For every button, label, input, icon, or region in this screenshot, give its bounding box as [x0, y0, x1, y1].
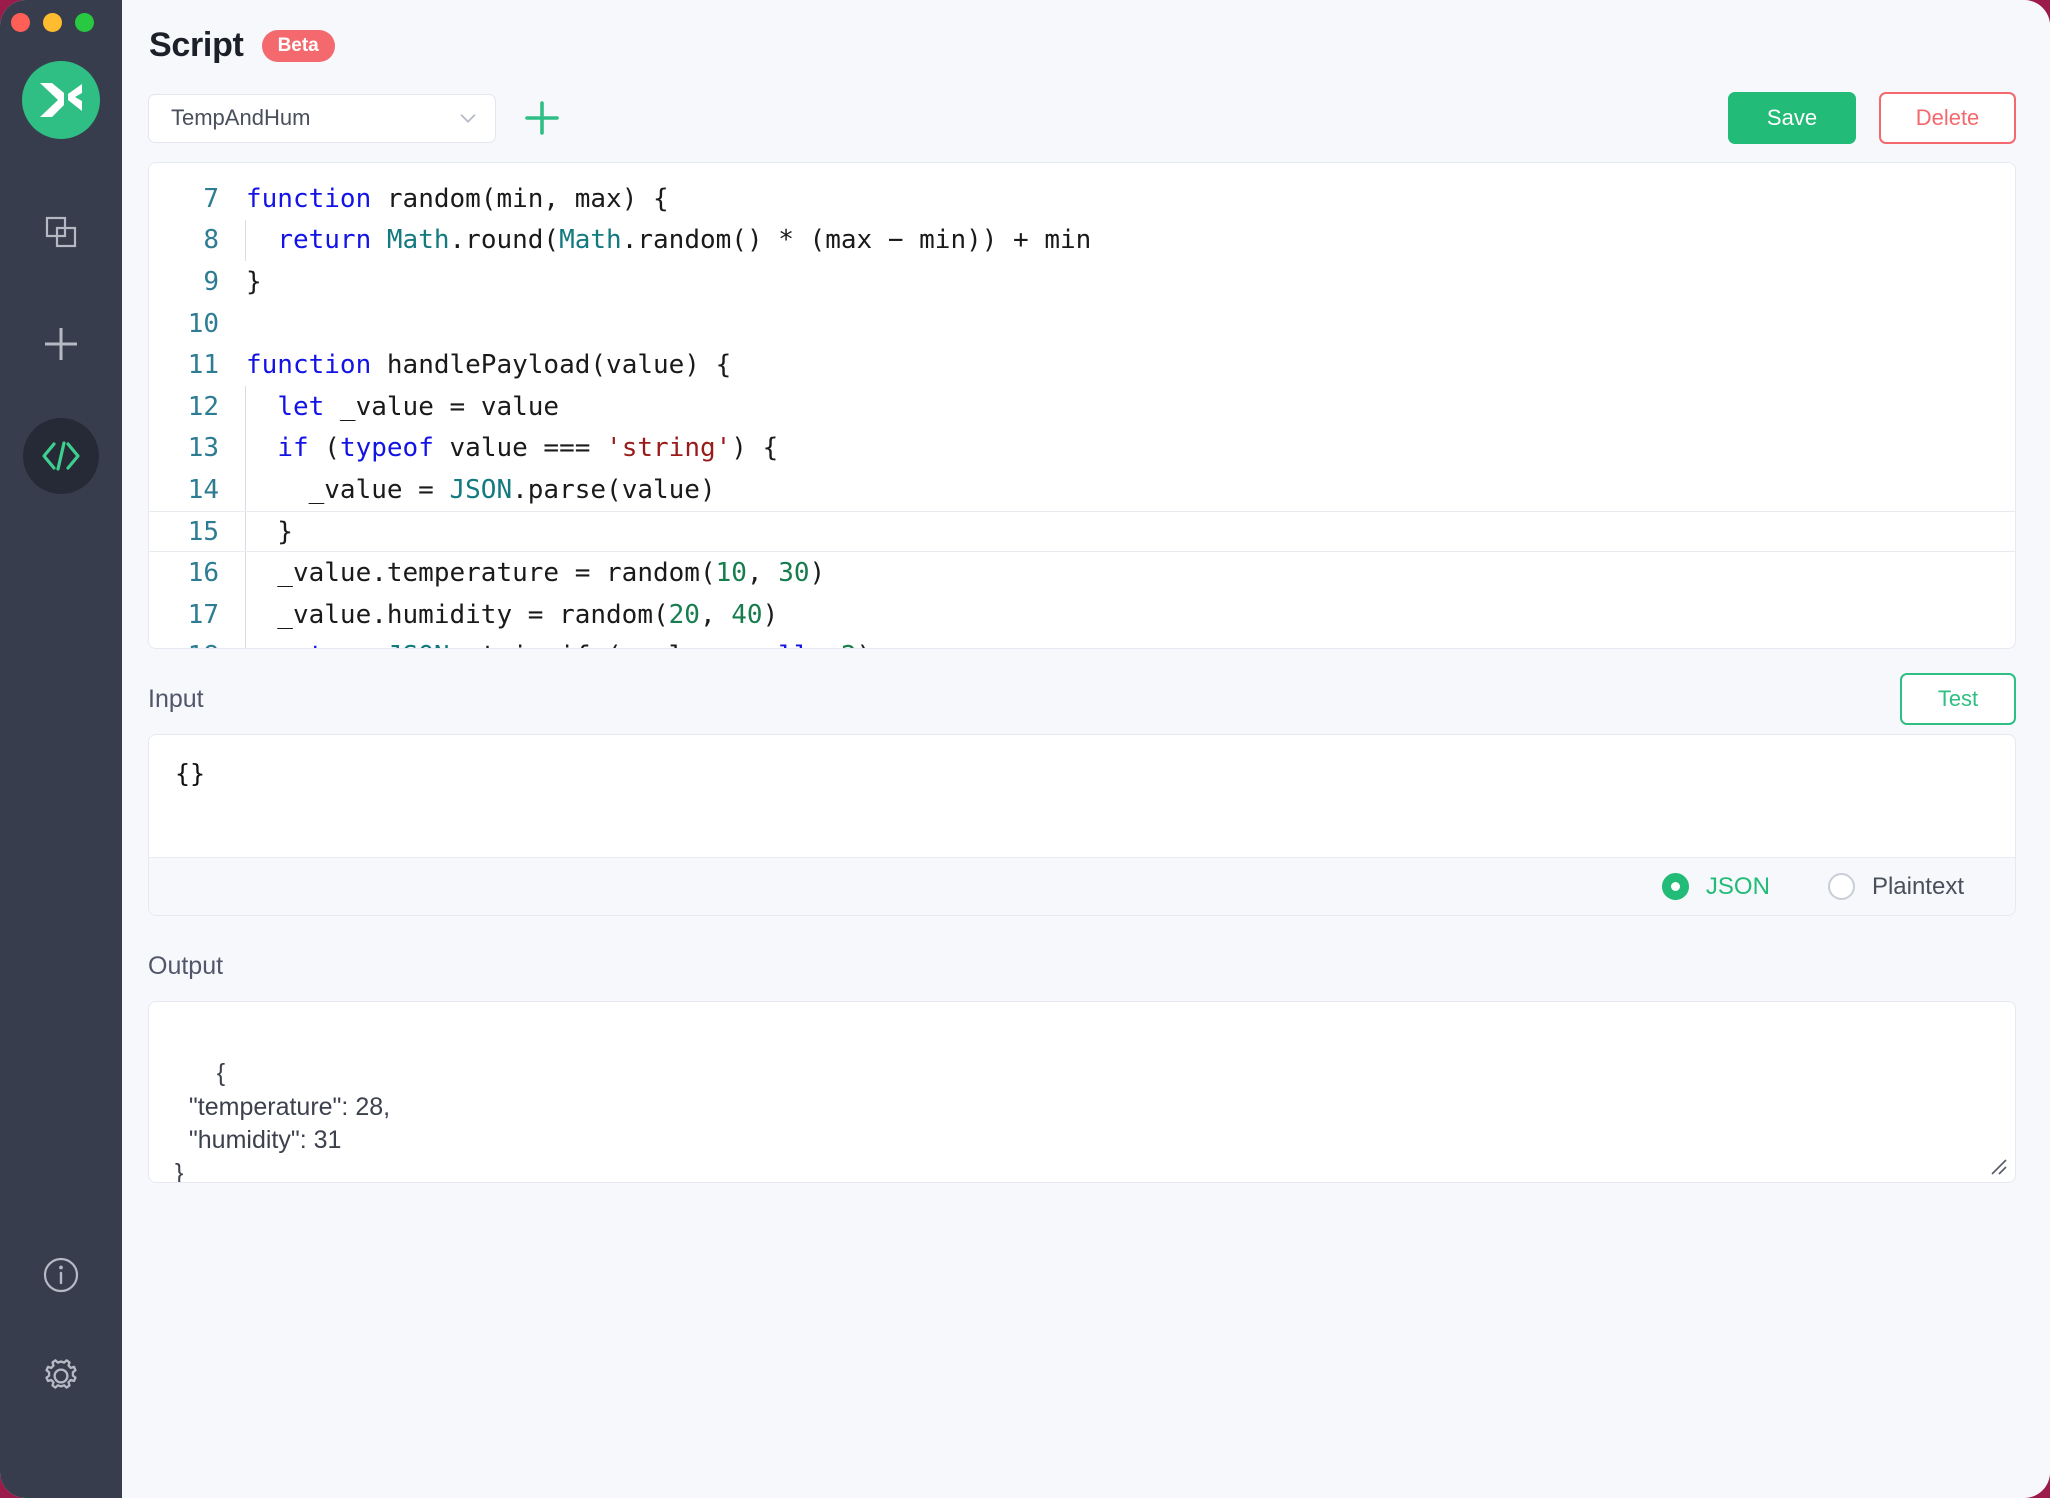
- gear-icon: [40, 1355, 82, 1397]
- indent-guide: [245, 552, 246, 594]
- code-brackets-icon: [40, 439, 82, 473]
- line-number: 16: [149, 558, 235, 588]
- radio-icon[interactable]: [1662, 873, 1689, 900]
- add-script-button[interactable]: [523, 99, 561, 137]
- indent-guide: [245, 512, 246, 552]
- code-text: _value.temperature = random(10, 30): [235, 558, 825, 588]
- indent-guide: [245, 469, 246, 511]
- code-text: return Math.round(Math.random() * (max −…: [235, 225, 1091, 255]
- indent-guide: [245, 220, 246, 262]
- page-header: Script Beta: [148, 0, 2016, 65]
- code-text: _value = JSON.parse(value): [235, 475, 716, 505]
- chevron-down-icon: [457, 107, 479, 129]
- script-toolbar: TempAndHum Save Delete: [148, 92, 2016, 144]
- code-line[interactable]: 9}: [149, 261, 2015, 303]
- sidebar-item-add[interactable]: [23, 306, 99, 382]
- script-select[interactable]: TempAndHum: [148, 94, 496, 143]
- code-line[interactable]: 17 _value.humidity = random(20, 40): [149, 594, 2015, 636]
- sidebar-item-duplicate[interactable]: [23, 194, 99, 270]
- line-number: 17: [149, 600, 235, 630]
- format-option-label: JSON: [1706, 873, 1770, 901]
- plus-icon: [41, 324, 81, 364]
- sidebar-item-script[interactable]: [23, 418, 99, 494]
- sidebar-item-settings[interactable]: [40, 1355, 82, 1402]
- line-number: 15: [149, 517, 235, 547]
- code-text: }: [235, 267, 262, 297]
- code-line[interactable]: 8 return Math.round(Math.random() * (max…: [149, 220, 2015, 262]
- window-traffic-lights: [11, 13, 94, 32]
- indent-guide: [245, 386, 246, 428]
- code-text: function random(min, max) {: [235, 184, 669, 214]
- input-label: Input: [148, 685, 204, 714]
- maximize-window-button[interactable]: [75, 13, 94, 32]
- toolbar-actions: Save Delete: [1728, 92, 2016, 144]
- indent-guide: [245, 428, 246, 470]
- line-number: 11: [149, 350, 235, 380]
- beta-badge: Beta: [262, 30, 335, 62]
- output-section-header: Output: [148, 940, 2016, 992]
- code-line[interactable]: 14 _value = JSON.parse(value): [149, 469, 2015, 511]
- line-number: 12: [149, 392, 235, 422]
- line-number: 7: [149, 184, 235, 214]
- output-label: Output: [148, 952, 223, 981]
- code-text: _value.humidity = random(20, 40): [235, 600, 778, 630]
- test-button[interactable]: Test: [1900, 673, 2016, 725]
- minimize-window-button[interactable]: [43, 13, 62, 32]
- delete-button[interactable]: Delete: [1879, 92, 2016, 144]
- info-circle-icon: [41, 1255, 81, 1295]
- app-logo[interactable]: [22, 61, 100, 139]
- input-panel: {} JSON Plaintext: [148, 734, 2016, 916]
- input-format-options: JSON Plaintext: [149, 857, 2015, 915]
- close-window-button[interactable]: [11, 13, 30, 32]
- sidebar-bottom-nav: [40, 1255, 82, 1402]
- resize-handle-icon[interactable]: [1986, 1154, 2008, 1176]
- layers-icon: [44, 215, 78, 249]
- app-window: Script Beta TempAndHum Save Delete: [0, 0, 2050, 1498]
- input-section-header: Input Test: [148, 673, 2016, 725]
- code-line[interactable]: 16 _value.temperature = random(10, 30): [149, 552, 2015, 594]
- code-text: function handlePayload(value) {: [235, 350, 731, 380]
- format-option-plaintext[interactable]: Plaintext: [1828, 873, 1964, 901]
- main-content: Script Beta TempAndHum Save Delete: [122, 0, 2050, 1498]
- code-lines[interactable]: 7function random(min, max) {8 return Mat…: [149, 163, 2015, 649]
- indent-guide: [245, 594, 246, 636]
- code-line[interactable]: 7function random(min, max) {: [149, 178, 2015, 220]
- code-line[interactable]: 10: [149, 303, 2015, 345]
- code-text: }: [235, 517, 293, 547]
- save-button[interactable]: Save: [1728, 92, 1856, 144]
- code-line[interactable]: 18 return JSON.stringify(_value, null, 2…: [149, 636, 2015, 649]
- sidebar-item-info[interactable]: [41, 1255, 81, 1300]
- line-number: 9: [149, 267, 235, 297]
- code-line[interactable]: 13 if (typeof value === 'string') {: [149, 428, 2015, 470]
- line-number: 8: [149, 225, 235, 255]
- code-line[interactable]: 11function handlePayload(value) {: [149, 344, 2015, 386]
- radio-icon[interactable]: [1828, 873, 1855, 900]
- format-option-label: Plaintext: [1872, 873, 1964, 901]
- plus-icon: [523, 99, 561, 137]
- code-line[interactable]: 15 }: [149, 511, 2015, 553]
- line-number: 13: [149, 433, 235, 463]
- code-text: let _value = value: [235, 392, 559, 422]
- code-text: return JSON.stringify(_value, null, 2): [235, 641, 872, 649]
- code-editor[interactable]: 7function random(min, max) {8 return Mat…: [148, 162, 2016, 649]
- script-select-value: TempAndHum: [171, 105, 457, 131]
- sidebar: [0, 0, 122, 1498]
- sidebar-nav: [23, 194, 99, 530]
- indent-guide: [245, 636, 246, 649]
- output-panel: { "temperature": 28, "humidity": 31 }: [148, 1001, 2016, 1183]
- line-number: 14: [149, 475, 235, 505]
- line-number: 10: [149, 309, 235, 339]
- code-text: if (typeof value === 'string') {: [235, 433, 778, 463]
- output-value: { "temperature": 28, "humidity": 31 }: [175, 1059, 390, 1183]
- line-number: 18: [149, 641, 235, 649]
- format-option-json[interactable]: JSON: [1662, 873, 1770, 901]
- logo-mark-icon: [38, 81, 84, 119]
- code-line[interactable]: 12 let _value = value: [149, 386, 2015, 428]
- page-title: Script: [149, 26, 244, 65]
- input-textarea[interactable]: {}: [149, 735, 2015, 857]
